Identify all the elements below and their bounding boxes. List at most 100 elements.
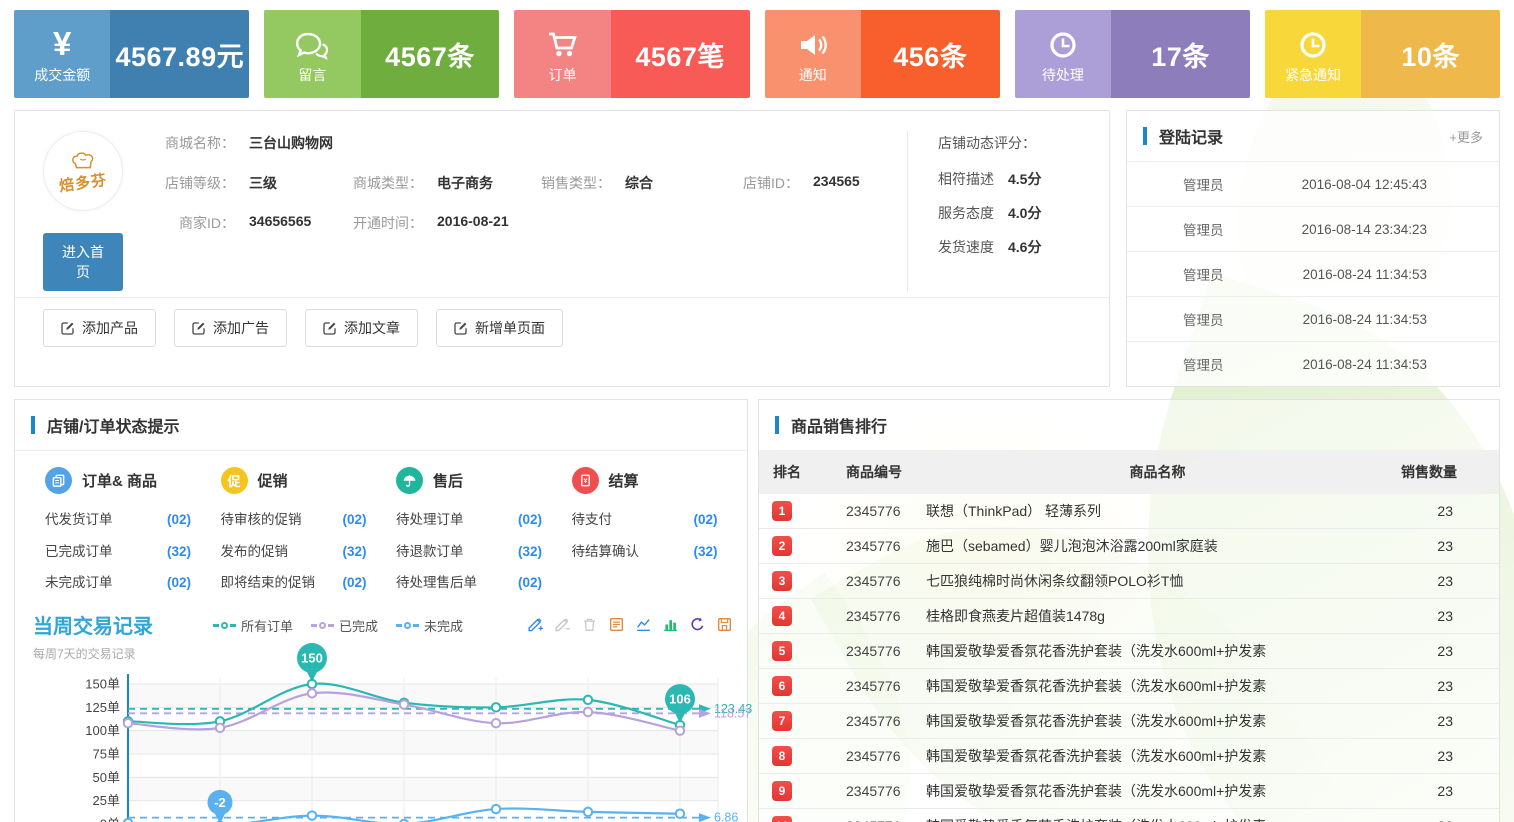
product-name: 施巴（sebamed）婴儿泡泡沐浴露200ml家庭装 <box>926 529 1389 564</box>
shop-id-value: 234565 <box>813 173 860 193</box>
legend-all-orders[interactable]: 所有订单 <box>213 616 293 635</box>
login-user: 管理员 <box>1183 264 1224 284</box>
weekly-trade-line-chart: 0单25单50单75单100单125单150单周一周二周三周四周五周六周日123… <box>33 666 739 822</box>
header-accent-bar <box>775 416 779 434</box>
quick-action-button[interactable]: 新增单页面 <box>436 309 563 347</box>
edit-remove-icon[interactable] <box>554 616 571 633</box>
chart-title: 当周交易记录 <box>33 610 153 639</box>
stat-label: 通知 <box>799 65 827 85</box>
column-rank: 排名 <box>759 450 821 494</box>
column-name: 商品名称 <box>926 450 1389 494</box>
status-count[interactable]: (02) <box>167 572 201 594</box>
status-label: 代发货订单 <box>45 509 113 531</box>
product-code: 2345776 <box>821 494 926 529</box>
stat-label: 成交金额 <box>34 65 90 85</box>
status-count[interactable]: (32) <box>693 541 727 563</box>
stat-card-sales-amount[interactable]: ¥ 成交金额 4567.89元 <box>14 10 249 98</box>
status-group-settlement: 结算 待支付(02) 待结算确认(32) <box>572 467 748 604</box>
product-name: 韩国爱敬挚爱香氛花香洗护套装（洗发水600ml+护发素 <box>926 634 1389 669</box>
status-label: 待审核的促销 <box>221 509 302 531</box>
status-count[interactable]: (02) <box>518 572 552 594</box>
rating-value: 4.5分 <box>1008 169 1041 189</box>
shop-info-panel: 焙多芬 进入首页 商城名称： 三台山购物网 店铺等级： 三级 <box>14 110 1110 387</box>
open-time-label: 开通时间： <box>343 213 423 233</box>
quick-action-button[interactable]: 添加广告 <box>174 309 287 347</box>
status-group-orders: 订单& 商品 代发货订单(02) 已完成订单(32) 未完成订单(02) <box>45 467 221 604</box>
svg-text:0单: 0单 <box>100 816 120 822</box>
login-records-title: 登陆记录 <box>1159 124 1223 148</box>
login-time: 2016-08-24 11:34:53 <box>1303 312 1427 327</box>
status-count[interactable]: (32) <box>342 541 376 563</box>
stat-card-messages[interactable]: 留言 4567条 <box>264 10 499 98</box>
column-code: 商品编号 <box>821 450 926 494</box>
quick-action-button[interactable]: 添加文章 <box>305 309 418 347</box>
chart-subtitle: 每周7天的交易记录 <box>33 645 153 662</box>
save-icon[interactable] <box>716 616 733 633</box>
svg-text:150: 150 <box>301 650 323 665</box>
more-link[interactable]: +更多 <box>1449 127 1483 146</box>
product-code: 2345776 <box>821 774 926 809</box>
product-qty: 23 <box>1389 529 1499 564</box>
product-name: 七匹狼纯棉时尚休闲条纹翻领POLO衫T恤 <box>926 564 1389 599</box>
chat-icon <box>294 23 330 63</box>
chef-hat-icon <box>68 150 98 172</box>
table-row: 2 2345776 施巴（sebamed）婴儿泡泡沐浴露200ml家庭装 23 <box>759 529 1499 564</box>
table-row: 1 2345776 联想（ThinkPad） 轻薄系列 23 <box>759 494 1499 529</box>
stat-card-pending[interactable]: 待处理 17条 <box>1015 10 1250 98</box>
trash-icon[interactable] <box>581 616 598 633</box>
merchant-id-value: 34656565 <box>249 213 311 233</box>
status-count[interactable]: (32) <box>518 541 552 563</box>
product-code: 2345776 <box>821 809 926 822</box>
login-record-row: 管理员 2016-08-24 11:34:53 <box>1127 251 1499 296</box>
login-user: 管理员 <box>1183 354 1224 374</box>
status-label: 即将结束的促销 <box>221 572 316 594</box>
mall-type-value: 电子商务 <box>437 173 493 193</box>
svg-text:100单: 100单 <box>85 723 120 738</box>
data-view-icon[interactable] <box>608 616 625 633</box>
product-code: 2345776 <box>821 704 926 739</box>
status-count[interactable]: (02) <box>518 509 552 531</box>
edit-add-icon[interactable] <box>527 616 544 633</box>
status-count[interactable]: (02) <box>342 572 376 594</box>
status-count[interactable]: (02) <box>342 509 376 531</box>
edit-square-icon <box>323 321 337 335</box>
product-qty: 23 <box>1389 564 1499 599</box>
column-qty: 销售数量 <box>1389 450 1499 494</box>
quick-action-label: 添加广告 <box>213 318 269 338</box>
login-record-row: 管理员 2016-08-24 11:34:53 <box>1127 296 1499 341</box>
yen-icon: ¥ <box>53 23 71 63</box>
stat-card-orders[interactable]: 订单 4567笔 <box>514 10 749 98</box>
login-record-row: 管理员 2016-08-14 23:34:23 <box>1127 206 1499 251</box>
quick-action-button[interactable]: 添加产品 <box>43 309 156 347</box>
status-group-promotions: 促 促销 待审核的促销(02) 发布的促销(32) 即将结束的促销(02) <box>221 467 397 604</box>
status-count[interactable]: (32) <box>167 541 201 563</box>
status-groups: 订单& 商品 代发货订单(02) 已完成订单(32) 未完成订单(02) 促 促… <box>15 451 747 608</box>
product-name: 韩国爱敬挚爱香氛花香洗护套装（洗发水600ml+护发素 <box>926 809 1389 822</box>
stat-label: 订单 <box>549 65 577 85</box>
shop-id-label: 店铺ID： <box>719 173 799 193</box>
enter-home-button[interactable]: 进入首页 <box>43 233 123 291</box>
status-label: 待处理售后单 <box>396 572 477 594</box>
line-chart-icon[interactable] <box>635 616 652 633</box>
weekly-trade-chart-section: 当周交易记录 每周7天的交易记录 所有订单 已完成 未完成 <box>15 608 747 822</box>
refresh-icon[interactable] <box>689 616 706 633</box>
legend-uncompleted[interactable]: 未完成 <box>396 616 463 635</box>
svg-text:150单: 150单 <box>85 676 120 691</box>
status-count[interactable]: (02) <box>693 509 727 531</box>
stat-card-notifications[interactable]: 通知 456条 <box>765 10 1000 98</box>
status-label: 待退款订单 <box>396 541 464 563</box>
quick-actions-bar: 添加产品 添加广告 添加文章 新增单页面 <box>15 297 1109 358</box>
table-row: 10 2345776 韩国爱敬挚爱香氛花香洗护套装（洗发水600ml+护发素 2… <box>759 809 1499 822</box>
clock-icon <box>1295 23 1331 63</box>
shop-logo: 焙多芬 <box>43 131 123 211</box>
login-time: 2016-08-24 11:34:53 <box>1303 267 1427 282</box>
legend-completed[interactable]: 已完成 <box>311 616 378 635</box>
quick-action-label: 添加文章 <box>344 318 400 338</box>
stat-card-urgent-notice[interactable]: 紧急通知 10条 <box>1265 10 1500 98</box>
login-user: 管理员 <box>1183 309 1224 329</box>
product-qty: 23 <box>1389 739 1499 774</box>
product-name: 联想（ThinkPad） 轻薄系列 <box>926 494 1389 529</box>
bar-chart-icon[interactable] <box>662 616 679 633</box>
rank-badge: 1 <box>772 501 792 521</box>
status-count[interactable]: (02) <box>167 509 201 531</box>
